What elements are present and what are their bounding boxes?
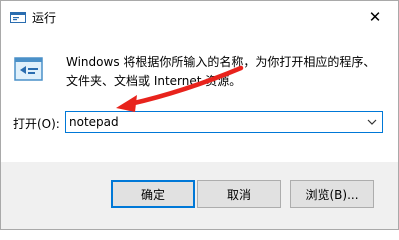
- close-button[interactable]: ✕: [352, 1, 398, 33]
- browse-button[interactable]: 浏览(B)...: [290, 180, 374, 208]
- button-bar: 确定 取消 浏览(B)...: [1, 162, 398, 229]
- dropdown-button[interactable]: [362, 112, 382, 132]
- open-label: 打开(O):: [13, 117, 60, 131]
- run-dialog: 运行 ✕ Windows 将根据你所输入的名称，为你打开相应的程序、文件夹、文档…: [0, 0, 399, 230]
- close-icon: ✕: [368, 8, 382, 26]
- dialog-description: Windows 将根据你所输入的名称，为你打开相应的程序、文件夹、文档或 Int…: [66, 55, 376, 88]
- title-bar[interactable]: 运行 ✕: [1, 1, 398, 33]
- run-program-icon: [14, 56, 44, 82]
- ok-button[interactable]: 确定: [111, 180, 195, 208]
- open-input[interactable]: [69, 114, 349, 130]
- open-combobox[interactable]: [65, 111, 383, 133]
- window-title: 运行: [32, 11, 57, 25]
- chevron-down-icon: [367, 119, 377, 125]
- run-app-icon: [10, 9, 26, 25]
- cancel-button[interactable]: 取消: [197, 180, 281, 208]
